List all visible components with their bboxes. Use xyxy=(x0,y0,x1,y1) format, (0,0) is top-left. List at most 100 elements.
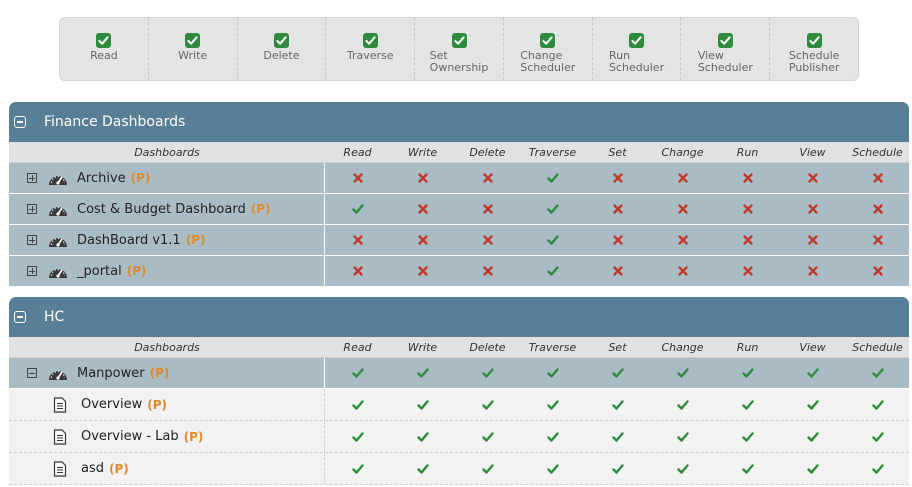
permission-cell-schedule[interactable] xyxy=(845,265,910,277)
permission-cell-write[interactable] xyxy=(390,265,455,277)
cross-icon[interactable] xyxy=(482,265,494,277)
cross-icon[interactable] xyxy=(417,265,429,277)
check-icon[interactable] xyxy=(351,203,364,215)
permission-cell-delete[interactable] xyxy=(455,463,520,475)
permission-cell-view[interactable] xyxy=(780,172,845,184)
check-box-icon[interactable] xyxy=(185,33,201,48)
permission-cell-write[interactable] xyxy=(390,399,455,411)
legend-item-view-scheduler[interactable]: View Scheduler xyxy=(681,18,771,80)
cross-icon[interactable] xyxy=(807,203,819,215)
check-icon[interactable] xyxy=(546,399,559,411)
check-icon[interactable] xyxy=(741,367,754,379)
dashboard-row[interactable]: Cost & Budget Dashboard (P) xyxy=(9,194,909,225)
permission-cell-run[interactable] xyxy=(715,172,780,184)
check-box-icon[interactable] xyxy=(806,33,822,48)
cross-icon[interactable] xyxy=(677,172,689,184)
permission-cell-delete[interactable] xyxy=(455,431,520,443)
report-row[interactable]: Overview - Lab (P) xyxy=(9,421,909,453)
check-icon[interactable] xyxy=(481,431,494,443)
permission-cell-view[interactable] xyxy=(780,367,845,379)
report-row[interactable]: asd (P) xyxy=(9,453,909,485)
cross-icon[interactable] xyxy=(742,203,754,215)
collapse-icon[interactable] xyxy=(14,311,26,323)
permission-cell-read[interactable] xyxy=(325,265,390,277)
check-icon[interactable] xyxy=(546,463,559,475)
permission-cell-read[interactable] xyxy=(325,203,390,215)
row-label[interactable]: Archive xyxy=(77,171,126,186)
cross-icon[interactable] xyxy=(807,172,819,184)
cross-icon[interactable] xyxy=(612,265,624,277)
check-box-icon[interactable] xyxy=(540,33,556,48)
collapse-minus-icon[interactable] xyxy=(27,368,37,378)
legend-item-write[interactable]: Write xyxy=(149,18,238,80)
check-icon[interactable] xyxy=(546,431,559,443)
permission-cell-set[interactable] xyxy=(585,431,650,443)
row-label[interactable]: Overview - Lab xyxy=(81,429,179,444)
expand-plus-icon[interactable] xyxy=(27,173,37,183)
expand-plus-icon[interactable] xyxy=(27,235,37,245)
permission-cell-view[interactable] xyxy=(780,203,845,215)
check-icon[interactable] xyxy=(416,399,429,411)
permission-cell-read[interactable] xyxy=(325,463,390,475)
permission-cell-run[interactable] xyxy=(715,265,780,277)
legend-item-run-scheduler[interactable]: Run Scheduler xyxy=(593,18,682,80)
permission-cell-run[interactable] xyxy=(715,234,780,246)
check-box-icon[interactable] xyxy=(629,33,645,48)
permission-cell-set[interactable] xyxy=(585,265,650,277)
row-label[interactable]: asd xyxy=(81,461,104,476)
permission-cell-read[interactable] xyxy=(325,399,390,411)
check-icon[interactable] xyxy=(546,172,559,184)
permission-cell-view[interactable] xyxy=(780,431,845,443)
permission-cell-run[interactable] xyxy=(715,399,780,411)
cross-icon[interactable] xyxy=(482,172,494,184)
legend-item-schedule-publisher[interactable]: Schedule Publisher xyxy=(770,18,858,80)
check-icon[interactable] xyxy=(546,367,559,379)
permission-cell-write[interactable] xyxy=(390,463,455,475)
permission-cell-run[interactable] xyxy=(715,367,780,379)
cross-icon[interactable] xyxy=(482,234,494,246)
permission-cell-traverse[interactable] xyxy=(520,203,585,215)
check-icon[interactable] xyxy=(611,367,624,379)
check-icon[interactable] xyxy=(871,367,884,379)
permission-cell-change[interactable] xyxy=(650,463,715,475)
check-icon[interactable] xyxy=(806,431,819,443)
permission-cell-traverse[interactable] xyxy=(520,367,585,379)
legend-item-read[interactable]: Read xyxy=(60,18,149,80)
permission-cell-change[interactable] xyxy=(650,367,715,379)
permission-cell-change[interactable] xyxy=(650,234,715,246)
dashboard-row[interactable]: DashBoard v1.1 (P) xyxy=(9,225,909,256)
check-icon[interactable] xyxy=(416,431,429,443)
permission-cell-schedule[interactable] xyxy=(845,234,910,246)
permission-cell-write[interactable] xyxy=(390,431,455,443)
permission-cell-write[interactable] xyxy=(390,172,455,184)
permission-cell-set[interactable] xyxy=(585,234,650,246)
check-icon[interactable] xyxy=(481,367,494,379)
permission-cell-delete[interactable] xyxy=(455,265,520,277)
collapse-icon[interactable] xyxy=(14,116,26,128)
permission-cell-change[interactable] xyxy=(650,399,715,411)
check-icon[interactable] xyxy=(416,367,429,379)
cross-icon[interactable] xyxy=(872,172,884,184)
check-icon[interactable] xyxy=(546,265,559,277)
check-box-icon[interactable] xyxy=(451,33,467,48)
legend-item-set-ownership[interactable]: Set Ownership xyxy=(415,18,504,80)
check-box-icon[interactable] xyxy=(362,33,378,48)
cross-icon[interactable] xyxy=(417,203,429,215)
cross-icon[interactable] xyxy=(612,203,624,215)
permission-cell-change[interactable] xyxy=(650,172,715,184)
check-icon[interactable] xyxy=(351,431,364,443)
cross-icon[interactable] xyxy=(677,234,689,246)
legend-item-delete[interactable]: Delete xyxy=(238,18,327,80)
row-label[interactable]: _portal xyxy=(77,264,122,279)
permission-cell-delete[interactable] xyxy=(455,172,520,184)
check-icon[interactable] xyxy=(416,463,429,475)
cross-icon[interactable] xyxy=(417,234,429,246)
check-box-icon[interactable] xyxy=(273,33,289,48)
permission-cell-delete[interactable] xyxy=(455,399,520,411)
row-label[interactable]: Cost & Budget Dashboard xyxy=(77,202,246,217)
check-icon[interactable] xyxy=(871,463,884,475)
permission-cell-set[interactable] xyxy=(585,367,650,379)
permission-cell-write[interactable] xyxy=(390,367,455,379)
permission-cell-traverse[interactable] xyxy=(520,265,585,277)
permission-cell-delete[interactable] xyxy=(455,203,520,215)
